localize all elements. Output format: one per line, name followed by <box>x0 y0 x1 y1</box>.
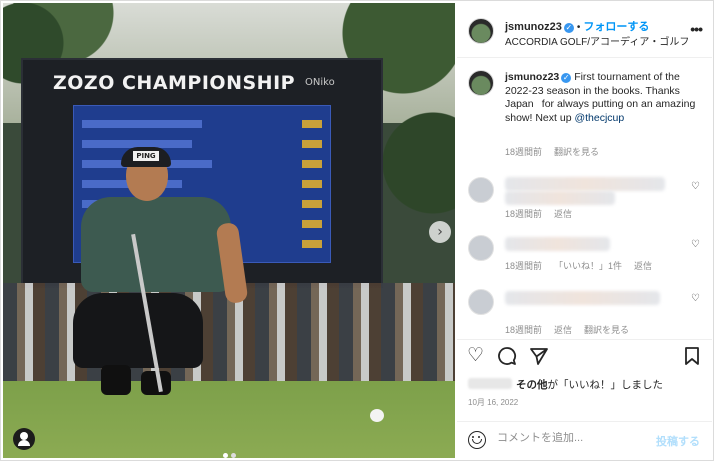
emoji-picker-icon[interactable] <box>468 431 486 449</box>
comment-meta: 18週間前 返信 <box>505 207 572 220</box>
caption-avatar[interactable] <box>468 70 494 96</box>
scoreboard-sponsor: ONiko <box>305 77 335 88</box>
leaderboard-score <box>302 120 322 128</box>
comment-like-heart-icon[interactable]: ♡ <box>691 293 700 304</box>
share-send-icon[interactable] <box>529 346 549 371</box>
comment-item: 18週間前 「いいね！」1件 返信 ♡ <box>457 231 712 291</box>
caption-text: jsmunoz23 ✓ First tournament of the 2022-… <box>505 71 705 125</box>
comment-likes-count[interactable]: 「いいね！」1件 <box>554 261 622 271</box>
leaderboard-score <box>302 220 322 228</box>
follow-button[interactable]: フォローする <box>583 21 649 33</box>
blurred-comment-text <box>505 191 615 205</box>
caption-translate-link[interactable]: 翻訳を見る <box>554 147 599 157</box>
blurred-comment-text <box>505 291 660 305</box>
comment-item: 18週間前 返信 ♡ <box>457 173 712 233</box>
blurred-comment-text <box>505 237 610 251</box>
comment-translate-link[interactable]: 翻訳を見る <box>584 325 629 335</box>
carousel-dot-active <box>223 453 228 458</box>
post-side-panel: jsmunoz23 ✓ • フォローする ACCORDIA GOLF/アコーディア・ゴ… <box>457 3 712 458</box>
post-photo[interactable]: ZOZO CHAMPIONSHIP ONiko PING › <box>3 3 455 458</box>
comment-time[interactable]: 18週間前 <box>505 209 542 219</box>
post-date: 10月 16, 2022 <box>468 398 519 407</box>
caption-time[interactable]: 18週間前 <box>505 147 542 157</box>
comment-meta: 18週間前 「いいね！」1件 返信 <box>505 259 652 272</box>
comment-meta: 18週間前 返信 翻訳を見る <box>505 323 629 336</box>
leaderboard-score <box>302 180 322 188</box>
more-options-icon[interactable]: ••• <box>690 21 703 37</box>
caption-meta: 18週間前 翻訳を見る <box>505 145 599 158</box>
caption-username[interactable]: jsmunoz23 <box>505 71 559 83</box>
comment-reply-link[interactable]: 返信 <box>634 261 652 271</box>
likes-summary: その他が「いいね！」しました <box>468 377 663 392</box>
blurred-comment-text <box>505 177 665 191</box>
action-bar: ♡ <box>457 339 712 375</box>
save-bookmark-icon[interactable] <box>684 346 700 371</box>
golf-ball <box>370 409 384 422</box>
comment-input[interactable] <box>497 432 647 444</box>
scoreboard-title: ZOZO CHAMPIONSHIP <box>53 72 296 94</box>
golfer-figure: PING <box>71 143 271 403</box>
post-caption: jsmunoz23 ✓ First tournament of the 2022-… <box>457 59 712 159</box>
comment-like-heart-icon[interactable]: ♡ <box>691 239 700 250</box>
cap-logo: PING <box>133 151 159 161</box>
carousel-dot <box>231 453 236 458</box>
comment-like-heart-icon[interactable]: ♡ <box>691 181 700 192</box>
verified-badge-icon: ✓ <box>563 23 574 33</box>
post-comment-button[interactable]: 投稿する <box>656 433 700 449</box>
post-location[interactable]: ACCORDIA GOLF/アコーディア・ゴルフ <box>505 33 689 48</box>
comment-reply-link[interactable]: 返信 <box>554 209 572 219</box>
commenter-avatar[interactable] <box>468 235 494 261</box>
leaderboard-score <box>302 160 322 168</box>
post-header: jsmunoz23 ✓ • フォローする ACCORDIA GOLF/アコーディア・ゴ… <box>457 3 712 58</box>
comment-bubble-icon[interactable] <box>497 346 517 371</box>
user-tag-icon[interactable] <box>13 428 35 450</box>
verified-badge-icon: ✓ <box>561 73 572 83</box>
blurred-liker-name <box>468 378 512 389</box>
commenter-avatar[interactable] <box>468 177 494 203</box>
author-username[interactable]: jsmunoz23 <box>505 21 562 33</box>
comment-time[interactable]: 18週間前 <box>505 325 542 335</box>
leaderboard-score <box>302 240 322 248</box>
author-avatar[interactable] <box>468 18 494 44</box>
like-heart-icon[interactable]: ♡ <box>467 346 484 366</box>
carousel-dots <box>223 443 239 458</box>
comment-item: 18週間前 返信 翻訳を見る ♡ <box>457 285 712 345</box>
leaderboard-row <box>82 120 202 128</box>
comment-time[interactable]: 18週間前 <box>505 261 542 271</box>
next-slide-arrow-icon[interactable]: › <box>429 221 451 243</box>
commenter-avatar[interactable] <box>468 289 494 315</box>
caption-mention-link[interactable]: @thecjcup <box>574 112 624 124</box>
leaderboard-score <box>302 140 322 148</box>
instagram-post-window: ZOZO CHAMPIONSHIP ONiko PING › jsmunoz23… <box>0 0 714 461</box>
leaderboard-score <box>302 200 322 208</box>
comment-reply-link[interactable]: 返信 <box>554 325 572 335</box>
header-separator: • <box>576 22 581 33</box>
likes-others-link[interactable]: その他 <box>516 379 548 391</box>
likes-suffix: が「いいね！」しました <box>547 379 664 391</box>
comment-composer: 投稿する <box>457 421 712 458</box>
